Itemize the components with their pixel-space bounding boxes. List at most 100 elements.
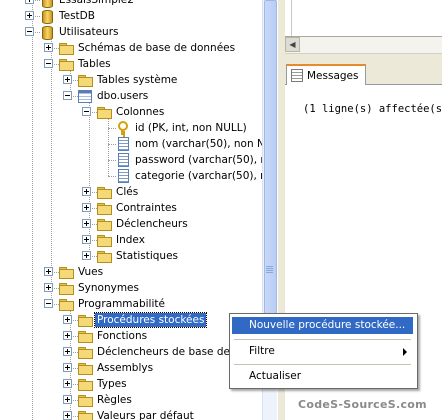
expand-plus-icon[interactable] xyxy=(63,347,72,356)
expand-plus-icon[interactable] xyxy=(63,379,72,388)
folder-icon xyxy=(77,344,93,360)
tree-node-label[interactable]: Règles xyxy=(95,393,134,407)
results-grid-area xyxy=(285,0,442,37)
collapse-minus-icon[interactable] xyxy=(25,27,34,36)
folder-icon xyxy=(77,312,93,328)
tree-node-label[interactable]: Assemblys xyxy=(95,361,155,375)
message-text: (1 ligne(s) affectée(s)) xyxy=(303,103,442,115)
tree-node[interactable]: EssaisSimple2 xyxy=(0,0,262,8)
tree-node-label[interactable]: Déclencheurs xyxy=(114,217,190,231)
tree-node-label[interactable]: Contraintes xyxy=(114,201,179,215)
collapse-minus-icon[interactable] xyxy=(44,299,53,308)
tree-node-label[interactable]: Vues xyxy=(76,265,105,279)
expand-plus-icon[interactable] xyxy=(44,267,53,276)
tree-node[interactable]: id (PK, int, non NULL) xyxy=(0,120,262,136)
tree-node-label[interactable]: TestDB xyxy=(57,9,97,23)
tree-node[interactable]: Vues xyxy=(0,264,262,280)
tree-node-label[interactable]: categorie (varchar(50), non NULL) xyxy=(133,169,262,183)
expand-plus-icon[interactable] xyxy=(63,315,72,324)
menu-item-new-stored-procedure[interactable]: Nouvelle procédure stockée... xyxy=(232,317,413,334)
tree-node[interactable]: dbo.users xyxy=(0,88,262,104)
folder-icon xyxy=(58,40,74,56)
tree-node[interactable]: Index xyxy=(0,232,262,248)
tree-node[interactable]: Programmabilité xyxy=(0,296,262,312)
tree-node[interactable]: Valeurs par défaut xyxy=(0,408,262,420)
tree-node-label[interactable]: Fonctions xyxy=(95,329,149,343)
tree-node[interactable]: Règles xyxy=(0,392,262,408)
tree-node-label[interactable]: Colonnes xyxy=(114,105,166,119)
expand-plus-icon[interactable] xyxy=(63,395,72,404)
tree-node[interactable]: Types xyxy=(0,376,262,392)
folder-icon xyxy=(77,376,93,392)
expand-plus-icon[interactable] xyxy=(82,251,91,260)
tree-node-label[interactable]: Schémas de base de données xyxy=(76,41,237,55)
tree-node[interactable]: Tables xyxy=(0,56,262,72)
tree-node-label[interactable]: password (varchar(50), non NULL) xyxy=(133,153,262,167)
collapse-minus-icon[interactable] xyxy=(44,59,53,68)
tree-node-label[interactable]: EssaisSimple2 xyxy=(57,0,136,7)
tree-node[interactable]: Schémas de base de données xyxy=(0,40,262,56)
expand-plus-icon[interactable] xyxy=(63,363,72,372)
expand-plus-icon[interactable] xyxy=(63,411,72,420)
tree-node-label[interactable]: Valeurs par défaut xyxy=(95,409,196,420)
tree-node[interactable]: Déclencheurs de base de données xyxy=(0,344,262,360)
tree-node[interactable]: Contraintes xyxy=(0,200,262,216)
tree-node-label[interactable]: id (PK, int, non NULL) xyxy=(133,121,249,135)
tree-node[interactable]: Fonctions xyxy=(0,328,262,344)
folder-icon xyxy=(58,296,74,312)
database-icon xyxy=(39,8,55,24)
tree-node-label[interactable]: Index xyxy=(114,233,147,247)
tree-node[interactable]: Clés xyxy=(0,184,262,200)
expand-plus-icon[interactable] xyxy=(82,187,91,196)
tree-node-label[interactable]: Statistiques xyxy=(114,249,180,263)
expand-plus-icon[interactable] xyxy=(82,235,91,244)
scroll-left-arrow-icon[interactable]: ◀ xyxy=(285,37,300,52)
tree-node[interactable]: nom (varchar(50), non NULL) xyxy=(0,136,262,152)
tree-node[interactable]: Déclencheurs xyxy=(0,216,262,232)
tree-node-label[interactable]: Programmabilité xyxy=(76,297,167,311)
column-icon xyxy=(115,136,131,152)
folder-icon xyxy=(58,264,74,280)
expand-plus-icon[interactable] xyxy=(44,43,53,52)
tree-node[interactable]: Synonymes xyxy=(0,280,262,296)
tree-node[interactable]: Assemblys xyxy=(0,360,262,376)
expand-plus-icon[interactable] xyxy=(44,283,53,292)
menu-item-refresh[interactable]: Actualiser xyxy=(232,368,413,385)
tree-node-label[interactable]: Utilisateurs xyxy=(57,25,120,39)
expand-plus-icon[interactable] xyxy=(63,331,72,340)
collapse-minus-icon[interactable] xyxy=(82,107,91,116)
tree-node[interactable]: Statistiques xyxy=(0,248,262,264)
tree-node-label[interactable]: Tables système xyxy=(95,73,179,87)
tree-node-label[interactable]: Synonymes xyxy=(76,281,141,295)
folder-icon xyxy=(77,360,93,376)
results-horizontal-scrollbar[interactable]: ◀ xyxy=(285,37,442,54)
tree-node[interactable]: password (varchar(50), non NULL) xyxy=(0,152,262,168)
collapse-minus-icon[interactable] xyxy=(63,91,72,100)
expand-plus-icon[interactable] xyxy=(25,0,34,4)
tree-node-label[interactable]: dbo.users xyxy=(95,89,150,103)
table-icon xyxy=(77,88,93,104)
tree-node[interactable]: Colonnes xyxy=(0,104,262,120)
tab-messages[interactable]: Messages xyxy=(286,64,366,86)
tree-node[interactable]: Tables système xyxy=(0,72,262,88)
tree-node-label[interactable]: Tables xyxy=(76,57,113,71)
expand-plus-icon[interactable] xyxy=(82,219,91,228)
folder-icon xyxy=(96,216,112,232)
database-icon xyxy=(39,24,55,40)
tree-node[interactable]: TestDB xyxy=(0,8,262,24)
expand-plus-icon[interactable] xyxy=(63,75,72,84)
tree-node-label[interactable]: Procédures stockées xyxy=(93,312,208,328)
context-menu: Nouvelle procédure stockée... Filtre Act… xyxy=(229,313,418,389)
tree-node-label[interactable]: Types xyxy=(95,377,129,391)
tree-node[interactable]: Utilisateurs xyxy=(0,24,262,40)
tree-node-label[interactable]: nom (varchar(50), non NULL) xyxy=(133,137,262,151)
expand-plus-icon[interactable] xyxy=(82,203,91,212)
column-icon xyxy=(115,152,131,168)
object-explorer-tree: EssaisSimple2 TestDB Utilisateurs Schémas d… xyxy=(0,0,262,420)
tree-node-label[interactable]: Clés xyxy=(114,185,140,199)
expand-plus-icon[interactable] xyxy=(25,11,34,20)
scrollbar-grip-icon xyxy=(266,266,273,274)
menu-item-filter[interactable]: Filtre xyxy=(232,343,413,360)
tree-node[interactable]: categorie (varchar(50), non NULL) xyxy=(0,168,262,184)
tree-node[interactable]: Procédures stockées xyxy=(0,312,262,328)
